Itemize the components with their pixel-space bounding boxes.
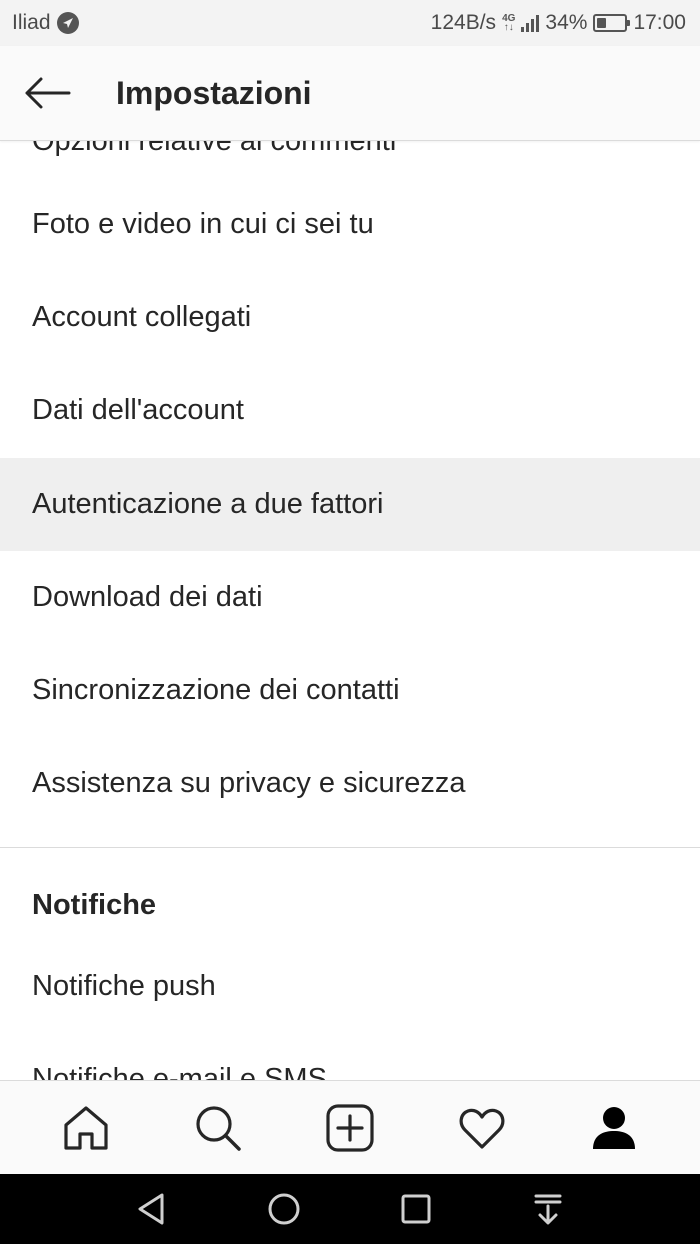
- net-speed: 124B/s: [430, 11, 497, 34]
- tab-activity[interactable]: [442, 1088, 522, 1168]
- search-icon: [196, 1105, 241, 1151]
- status-bar-left: Iliad: [12, 11, 79, 35]
- settings-item-push-notifications[interactable]: Notifiche push: [0, 940, 700, 1033]
- network-type: 4G ↑↓: [502, 14, 515, 33]
- recents-square-icon: [401, 1194, 431, 1224]
- status-bar-right: 124B/s 4G ↑↓ 34% 17:00: [431, 11, 686, 35]
- settings-item-account-data[interactable]: Dati dell'account: [0, 364, 700, 457]
- status-bar: Iliad 124B/s 4G ↑↓ 34% 17:00: [0, 0, 700, 46]
- network-type-bottom: ↑↓: [503, 22, 514, 33]
- android-notifications-button[interactable]: [482, 1174, 614, 1244]
- notifications-heading: Notifiche: [32, 889, 157, 921]
- home-icon: [64, 1105, 108, 1150]
- new-post-icon: [326, 1103, 374, 1152]
- settings-item-email-sms-notifications[interactable]: Notifiche e-mail e SMS: [0, 1033, 700, 1080]
- home-circle-icon: [268, 1193, 300, 1225]
- settings-list: Opzioni relative ai commenti Foto e vide…: [0, 141, 700, 1080]
- clock: 17:00: [633, 11, 686, 34]
- tab-search[interactable]: [178, 1088, 258, 1168]
- back-triangle-icon: [138, 1193, 164, 1225]
- arrow-left-icon: [25, 77, 71, 109]
- signal-icon: [521, 14, 540, 32]
- settings-item-two-factor-auth[interactable]: Autenticazione a due fattori: [0, 458, 700, 551]
- settings-item-data-download[interactable]: Download dei dati: [0, 551, 700, 644]
- tab-home[interactable]: [46, 1088, 126, 1168]
- android-recents-button[interactable]: [350, 1174, 482, 1244]
- app-header: Impostazioni: [0, 46, 700, 141]
- android-nav-bar: [0, 1174, 700, 1244]
- back-button[interactable]: [0, 46, 94, 141]
- bottom-tab-bar: [0, 1080, 700, 1174]
- section-divider: [0, 847, 700, 848]
- tab-new-post[interactable]: [310, 1088, 390, 1168]
- battery-percent: 34%: [545, 11, 588, 34]
- battery-icon: [593, 14, 631, 32]
- carrier-name: Iliad: [12, 11, 51, 34]
- location-arrow-icon: [56, 12, 79, 34]
- profile-icon: [593, 1106, 635, 1149]
- settings-item-photos-of-you[interactable]: Foto e video in cui ci sei tu: [0, 178, 700, 271]
- activity-heart-icon: [459, 1108, 505, 1149]
- settings-item-linked-accounts[interactable]: Account collegati: [0, 271, 700, 364]
- page-title: Impostazioni: [116, 74, 312, 111]
- tab-profile[interactable]: [574, 1088, 654, 1168]
- settings-item-privacy-help[interactable]: Assistenza su privacy e sicurezza: [0, 737, 700, 830]
- settings-item-contacts-sync[interactable]: Sincronizzazione dei contatti: [0, 644, 700, 737]
- notifications-pull-icon: [534, 1194, 562, 1225]
- android-home-button[interactable]: [218, 1174, 350, 1244]
- android-back-button[interactable]: [86, 1174, 218, 1244]
- battery-fill: [597, 18, 607, 28]
